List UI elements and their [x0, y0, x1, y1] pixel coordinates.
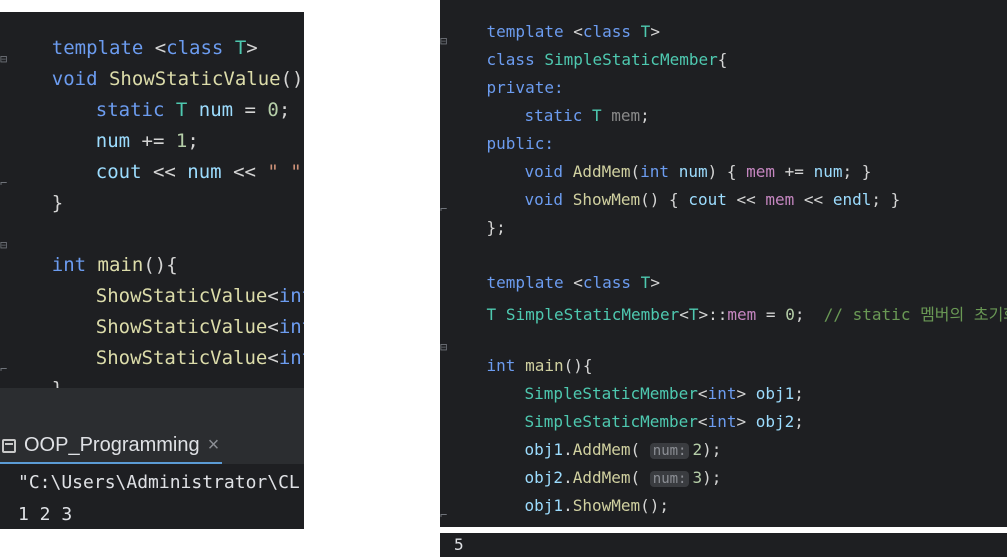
fold-end-icon: ⌐ [440, 508, 448, 522]
panel-divider [0, 388, 304, 424]
code-line-6: } [51, 192, 64, 214]
fold-icon[interactable]: ⊟ [440, 34, 447, 48]
code-line-18: obj1.ShowMem(); [524, 496, 670, 515]
code-line-5: cout << num << " "; [95, 161, 304, 183]
terminal-output[interactable]: "C:\Users\Administrator\CL 1 2 3 [0, 464, 304, 529]
left-code-editor[interactable]: template <class T> ⊟ void ShowStaticValu… [0, 12, 304, 388]
code-line-7: void ShowMem() { cout << mem << endl; } [524, 190, 901, 209]
terminal-tab-label: OOP_Programming [24, 434, 200, 456]
code-comment: // static 멤버의 초기화 [823, 305, 1007, 324]
code-line-11: ShowStaticValue<int>(); [95, 347, 304, 369]
terminal-tab[interactable]: OOP_Programming × [2, 434, 219, 457]
fold-icon[interactable]: ⊟ [440, 340, 447, 354]
right-code-editor[interactable]: template <class T> ⊟ class SimpleStaticM… [440, 0, 1007, 527]
terminal-path: "C:\Users\Administrator\CL [18, 472, 300, 493]
fold-end-icon: ⌐ [440, 202, 448, 216]
program-output-panel: 5 [440, 533, 1007, 557]
terminal-tab-bar: OOP_Programming × [0, 424, 304, 464]
code-line-11: T SimpleStaticMember<T>::mem = 0; // sta… [448, 282, 1007, 344]
code-line-12: } [6, 356, 63, 388]
code-line-19: } [448, 505, 497, 527]
terminal-program-output: 1 2 3 [18, 504, 73, 525]
close-icon[interactable]: × [208, 434, 220, 456]
code-line-8: }; [486, 218, 506, 237]
terminal-icon [2, 438, 16, 453]
program-output: 5 [454, 535, 464, 554]
